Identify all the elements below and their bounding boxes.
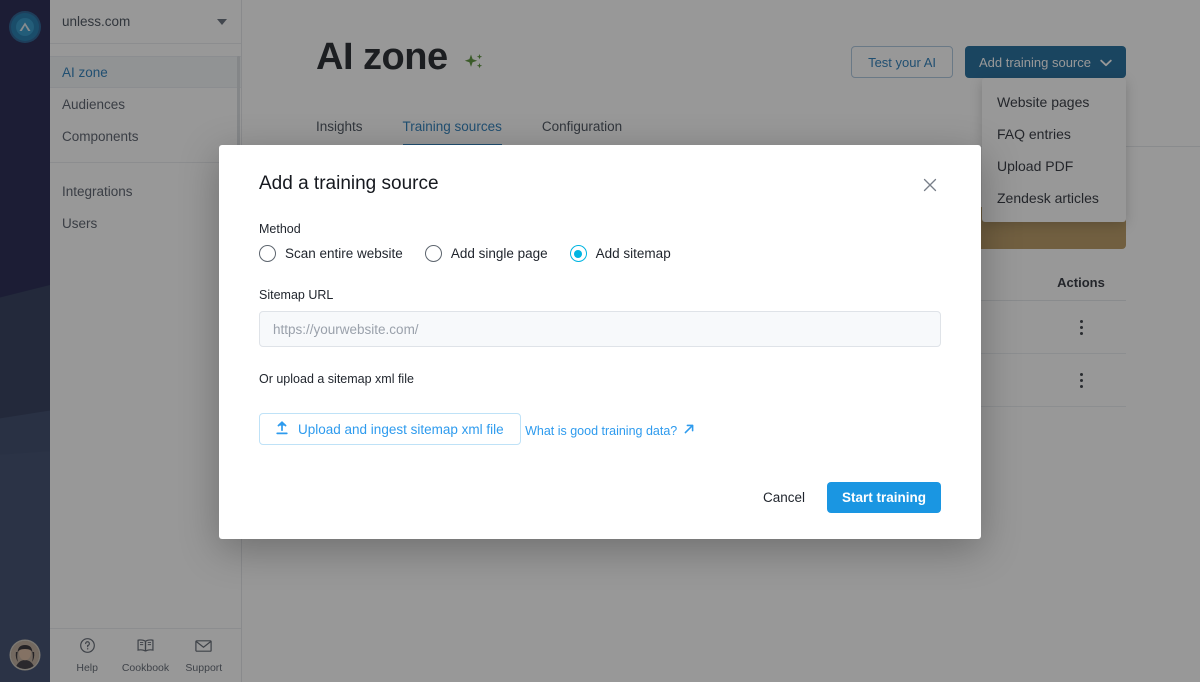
start-training-button[interactable]: Start training — [826, 482, 941, 513]
radio-add-sitemap[interactable]: Add sitemap — [569, 245, 671, 262]
app-root: unless.com AI zone Audiences Components … — [0, 0, 1200, 682]
method-radio-group: Scan entire website Add single page Add … — [259, 245, 941, 262]
radio-circle-icon — [259, 245, 276, 262]
modal-title: Add a training source — [259, 173, 439, 194]
sitemap-url-input[interactable] — [259, 311, 941, 347]
radio-scan-entire-website[interactable]: Scan entire website — [259, 245, 403, 262]
training-data-help-link[interactable]: What is good training data? — [525, 423, 695, 438]
add-training-source-modal: Add a training source Method Scan entire… — [219, 145, 981, 539]
upload-button-label: Upload and ingest sitemap xml file — [298, 421, 504, 437]
modal-footer: Cancel Start training — [757, 482, 941, 513]
method-label: Method — [259, 222, 301, 236]
close-icon[interactable] — [919, 174, 941, 196]
radio-label: Scan entire website — [285, 246, 403, 261]
upload-section-label: Or upload a sitemap xml file — [259, 372, 414, 386]
cancel-button[interactable]: Cancel — [757, 484, 811, 511]
external-link-arrow-icon — [683, 423, 695, 438]
modal-header: Add a training source — [259, 145, 941, 196]
upload-icon — [276, 420, 288, 438]
radio-circle-icon — [424, 245, 442, 262]
radio-circle-selected-icon — [569, 245, 587, 262]
radio-add-single-page[interactable]: Add single page — [424, 245, 548, 262]
help-link-label: What is good training data? — [525, 423, 678, 438]
radio-label: Add sitemap — [595, 246, 671, 261]
radio-label: Add single page — [450, 246, 548, 261]
upload-sitemap-button[interactable]: Upload and ingest sitemap xml file — [259, 413, 521, 445]
sitemap-url-label: Sitemap URL — [259, 288, 334, 302]
